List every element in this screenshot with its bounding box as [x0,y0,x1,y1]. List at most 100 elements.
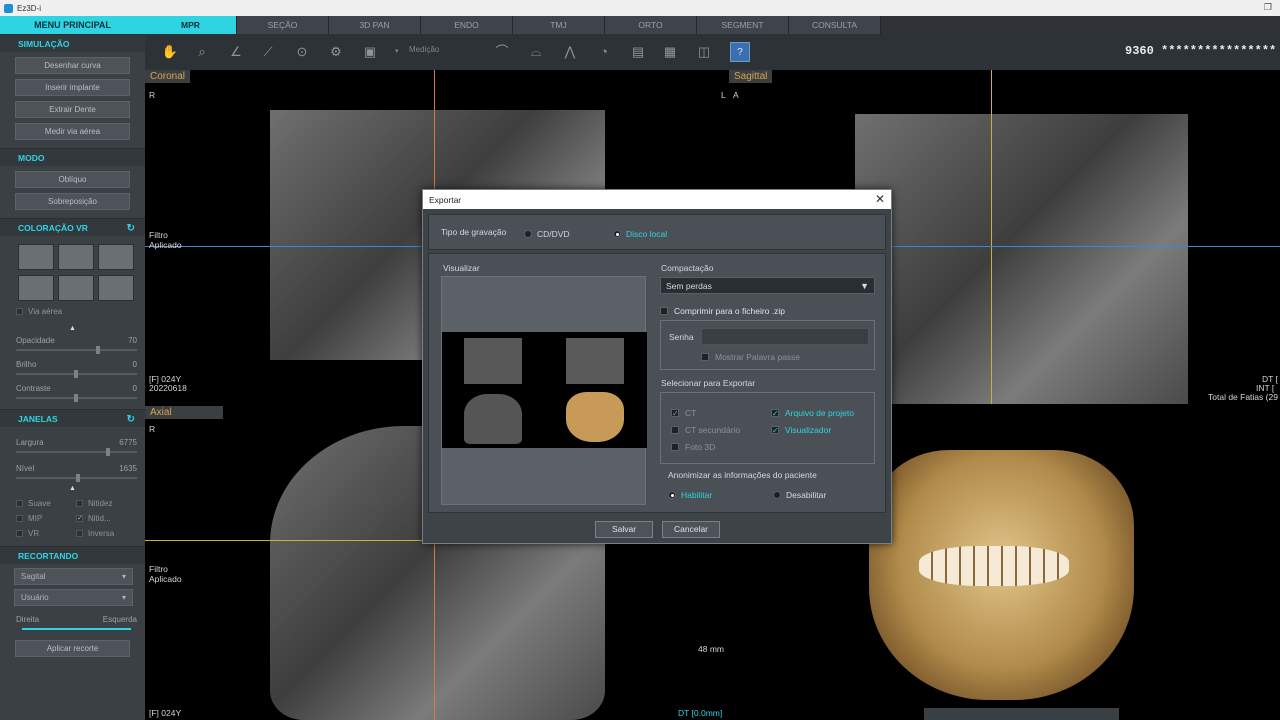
collapse-arrow-icon[interactable]: ▲ [0,485,145,495]
contrast-slider[interactable] [16,394,137,402]
vr-preset-thumb[interactable] [18,275,54,301]
settings-icon[interactable]: ⚙ [326,42,346,62]
width-slider[interactable] [16,448,137,456]
clip-user-select[interactable]: Usuário ▾ [14,589,133,606]
patient-id: 9360 **************** [1125,44,1277,58]
tab-tmj[interactable]: TMJ [513,16,605,34]
orientation-marker: R [149,90,156,100]
slider-knob[interactable] [74,394,78,402]
password-input[interactable] [701,328,869,345]
vr-preset-thumb[interactable] [58,275,94,301]
coronal-label: Coronal [145,70,191,83]
3d-view-controls[interactable] [924,708,1119,720]
smooth-checkbox[interactable]: Suave [16,499,76,508]
clip-range-slider[interactable] [22,628,131,630]
brightness-slider[interactable] [16,370,137,378]
sharpness-checkbox[interactable]: Nitidez [76,499,136,508]
tab-segment[interactable]: SEGMENT [697,16,789,34]
preview-axial-thumb [464,394,522,444]
main-tabs: MPR SEÇÃO 3D PAN ENDO TMJ ORTO SEGMENT C… [145,16,1280,34]
cd-dvd-radio[interactable]: CD/DVD [524,229,570,239]
tab-secao[interactable]: SEÇÃO [237,16,329,34]
dropdown-arrow-icon[interactable]: ▾ [395,47,399,55]
capture-icon[interactable]: ▣ [360,42,380,62]
draw-curve-button[interactable]: Desenhar curva [15,57,130,74]
radio-dot [524,230,532,238]
polyline-icon[interactable]: ⟋ [258,42,278,62]
arch-icon[interactable]: ⌒ [492,42,512,62]
photo-3d-checkbox[interactable]: Foto 3D [671,442,715,452]
axial-label: Axial [145,406,223,419]
rotate-icon[interactable]: ◔ [594,42,614,62]
tab-consulta[interactable]: CONSULTA [789,16,881,34]
slider-knob[interactable] [96,346,100,354]
save-button[interactable]: Salvar [595,521,653,538]
section-janelas-label: JANELAS [18,413,58,424]
help-icon[interactable]: ? [730,42,750,62]
clip-plane-select[interactable]: Sagital ▾ [14,568,133,585]
arch-detail-icon[interactable]: ⌓ [526,42,546,62]
zip-checkbox[interactable]: Comprimir para o ficheiro .zip [660,306,785,316]
opacity-slider[interactable] [16,346,137,354]
layout-icon[interactable]: ▤ [628,42,648,62]
nerve-icon[interactable]: ⋀ [560,42,580,62]
extract-tooth-button[interactable]: Extrair Dente [15,101,130,118]
vr-preset-thumb[interactable] [18,244,54,270]
compression-select[interactable]: Sem perdas ▼ [660,277,875,294]
grid-icon[interactable]: ▦ [660,42,680,62]
ct-checkbox[interactable]: ✓ CT [671,408,696,418]
enable-anonymize-radio[interactable]: Habilitar [668,490,712,500]
vr-preset-thumb[interactable] [98,275,134,301]
oblique-button[interactable]: Oblíquo [15,171,130,188]
tab-3d-pan[interactable]: 3D PAN [329,16,421,34]
anonymize-label: Anonimizar as informações do paciente [668,470,817,480]
orientation-marker: L [721,90,726,100]
crosshair-vertical[interactable] [991,70,992,404]
vr-presets [0,236,145,301]
overlay-button[interactable]: Sobreposição [15,193,130,210]
close-icon[interactable]: ✕ [875,192,885,206]
local-disk-label: Disco local [626,229,668,239]
sharpness2-checkbox[interactable]: ✓ Nitid... [76,514,136,523]
tab-endo[interactable]: ENDO [421,16,513,34]
disable-label: Desabilitar [786,490,827,500]
vr-preset-thumb[interactable] [58,244,94,270]
camera-icon[interactable]: ⊙ [292,42,312,62]
refresh-icon[interactable]: ↻ [127,223,135,234]
collapse-arrow-icon[interactable]: ▲ [0,325,145,333]
local-disk-radio[interactable]: Disco local [613,229,667,239]
tab-mpr[interactable]: MPR [145,16,237,34]
preview-sagittal-thumb [566,338,624,384]
zoom-icon[interactable]: ⌕ [192,42,212,62]
compression-label: Compactação [661,263,714,273]
slider-knob[interactable] [76,474,80,482]
vr-preset-thumb[interactable] [98,244,134,270]
hand-pan-icon[interactable]: ✋ [160,42,180,62]
tab-orto[interactable]: ORTO [605,16,697,34]
ct-secondary-checkbox[interactable]: CT secundário [671,425,740,435]
vr-checkbox[interactable]: VR [16,529,76,538]
recording-type-label: Tipo de gravação [441,227,507,237]
mip-checkbox[interactable]: MIP [16,514,76,523]
slider-knob[interactable] [74,370,78,378]
restore-window-icon[interactable]: ❐ [1264,2,1272,13]
project-file-checkbox[interactable]: ✓ Arquivo de projeto [771,408,854,418]
brightness-label: Brilho [16,359,37,369]
insert-implant-button[interactable]: Inserir implante [15,79,130,96]
cube-icon[interactable]: ◫ [694,42,714,62]
slider-knob[interactable] [106,448,110,456]
inverse-checkbox[interactable]: Inversa [76,529,136,538]
apply-clip-button[interactable]: Aplicar recorte [15,640,130,657]
level-slider[interactable] [16,474,137,482]
study-date-label: 20220618 [149,383,187,393]
airway-checkbox[interactable]: Via aérea [16,307,62,316]
cancel-button[interactable]: Cancelar [662,521,720,538]
measurement-label: Medição [409,45,440,54]
disable-anonymize-radio[interactable]: Desabilitar [773,490,826,500]
opacity-row: Opacidade 70 [0,333,145,347]
viewer-checkbox[interactable]: ✓ Visualizador [771,425,831,435]
show-password-checkbox[interactable]: Mostrar Palavra passe [701,352,800,362]
angle-icon[interactable]: ∠ [226,42,246,62]
measure-airway-button[interactable]: Medir via aérea [15,123,130,140]
refresh-icon[interactable]: ↻ [127,414,135,425]
